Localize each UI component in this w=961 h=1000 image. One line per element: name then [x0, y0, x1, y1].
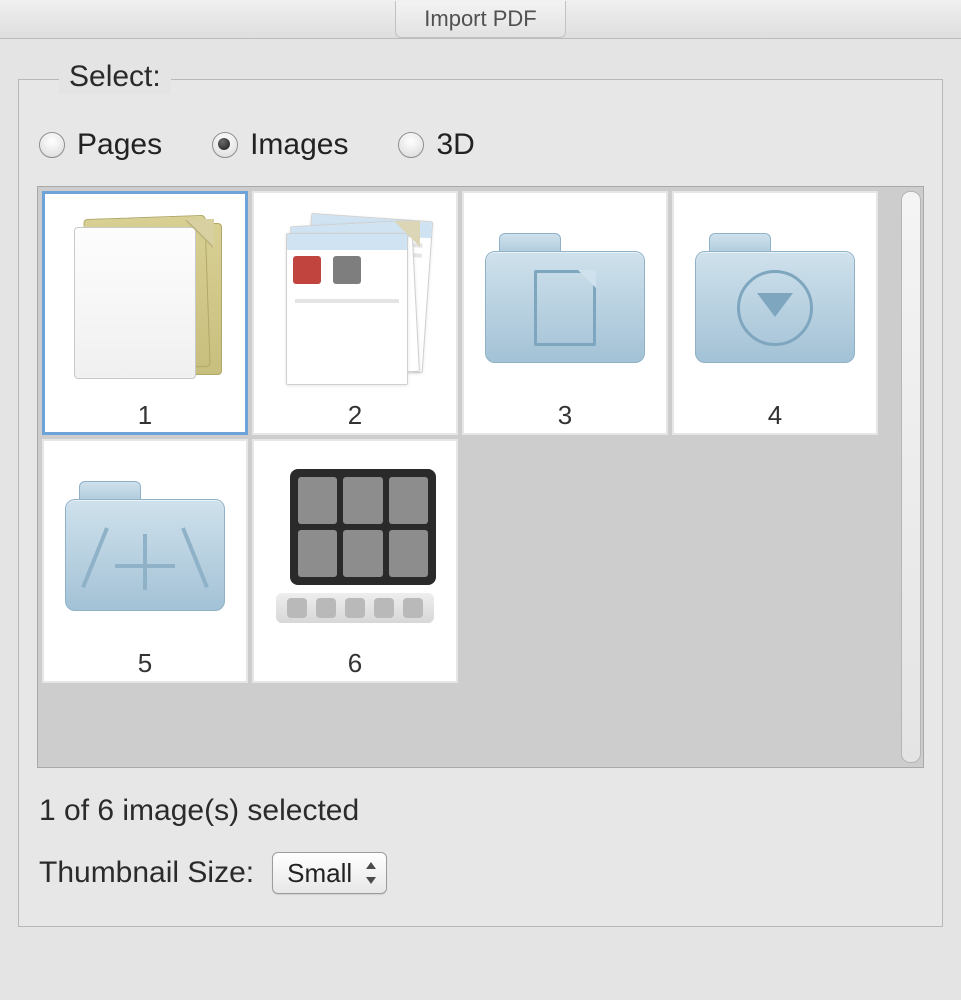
radio-pages[interactable]: Pages — [39, 128, 162, 162]
thumbnail-number: 4 — [768, 400, 782, 431]
folder-applications-icon — [48, 449, 242, 642]
thumbnail-size-row: Thumbnail Size: Small — [39, 852, 924, 894]
thumbnail-item[interactable]: 2 — [252, 191, 458, 435]
import-mode-radios: Pages Images 3D — [39, 128, 924, 162]
title-bar: Import PDF — [0, 0, 961, 39]
select-legend: Select: — [59, 60, 171, 94]
updown-arrows-icon — [364, 862, 378, 884]
thumbnail-item[interactable]: 3 — [462, 191, 668, 435]
thumbnail-item[interactable]: 4 — [672, 191, 878, 435]
thumbnail-item[interactable]: 5 — [42, 439, 248, 683]
thumbnail-size-popup[interactable]: Small — [272, 852, 387, 894]
radio-icon — [212, 132, 238, 158]
radio-3d[interactable]: 3D — [398, 128, 474, 162]
thumbnail-size-value: Small — [287, 858, 352, 889]
radio-label: Images — [250, 128, 348, 162]
dock-stacks-icon — [258, 449, 452, 642]
thumbnail-size-label: Thumbnail Size: — [39, 856, 254, 890]
radio-icon — [39, 132, 65, 158]
thumbnail-grid: 1 — [38, 187, 923, 687]
thumbnail-number: 3 — [558, 400, 572, 431]
radio-images[interactable]: Images — [212, 128, 348, 162]
selection-status: 1 of 6 image(s) selected — [39, 794, 924, 828]
thumbnail-scroll-area[interactable]: 1 — [37, 186, 924, 768]
window-title: Import PDF — [395, 1, 565, 38]
select-group: Select: Pages Images 3D — [18, 79, 943, 927]
folder-downloads-icon — [678, 201, 872, 394]
radio-label: Pages — [77, 128, 162, 162]
thumbnail-number: 6 — [348, 648, 362, 679]
thumbnail-number: 5 — [138, 648, 152, 679]
thumbnail-item[interactable]: 1 — [42, 191, 248, 435]
thumbnail-item[interactable]: 6 — [252, 439, 458, 683]
thumbnail-number: 2 — [348, 400, 362, 431]
dialog-body: Select: Pages Images 3D — [0, 39, 961, 945]
thumbnail-number: 1 — [138, 400, 152, 431]
radio-icon — [398, 132, 424, 158]
webpage-stack-icon — [258, 201, 452, 394]
folder-documents-icon — [468, 201, 662, 394]
documents-stack-icon — [48, 201, 242, 394]
radio-label: 3D — [436, 128, 474, 162]
